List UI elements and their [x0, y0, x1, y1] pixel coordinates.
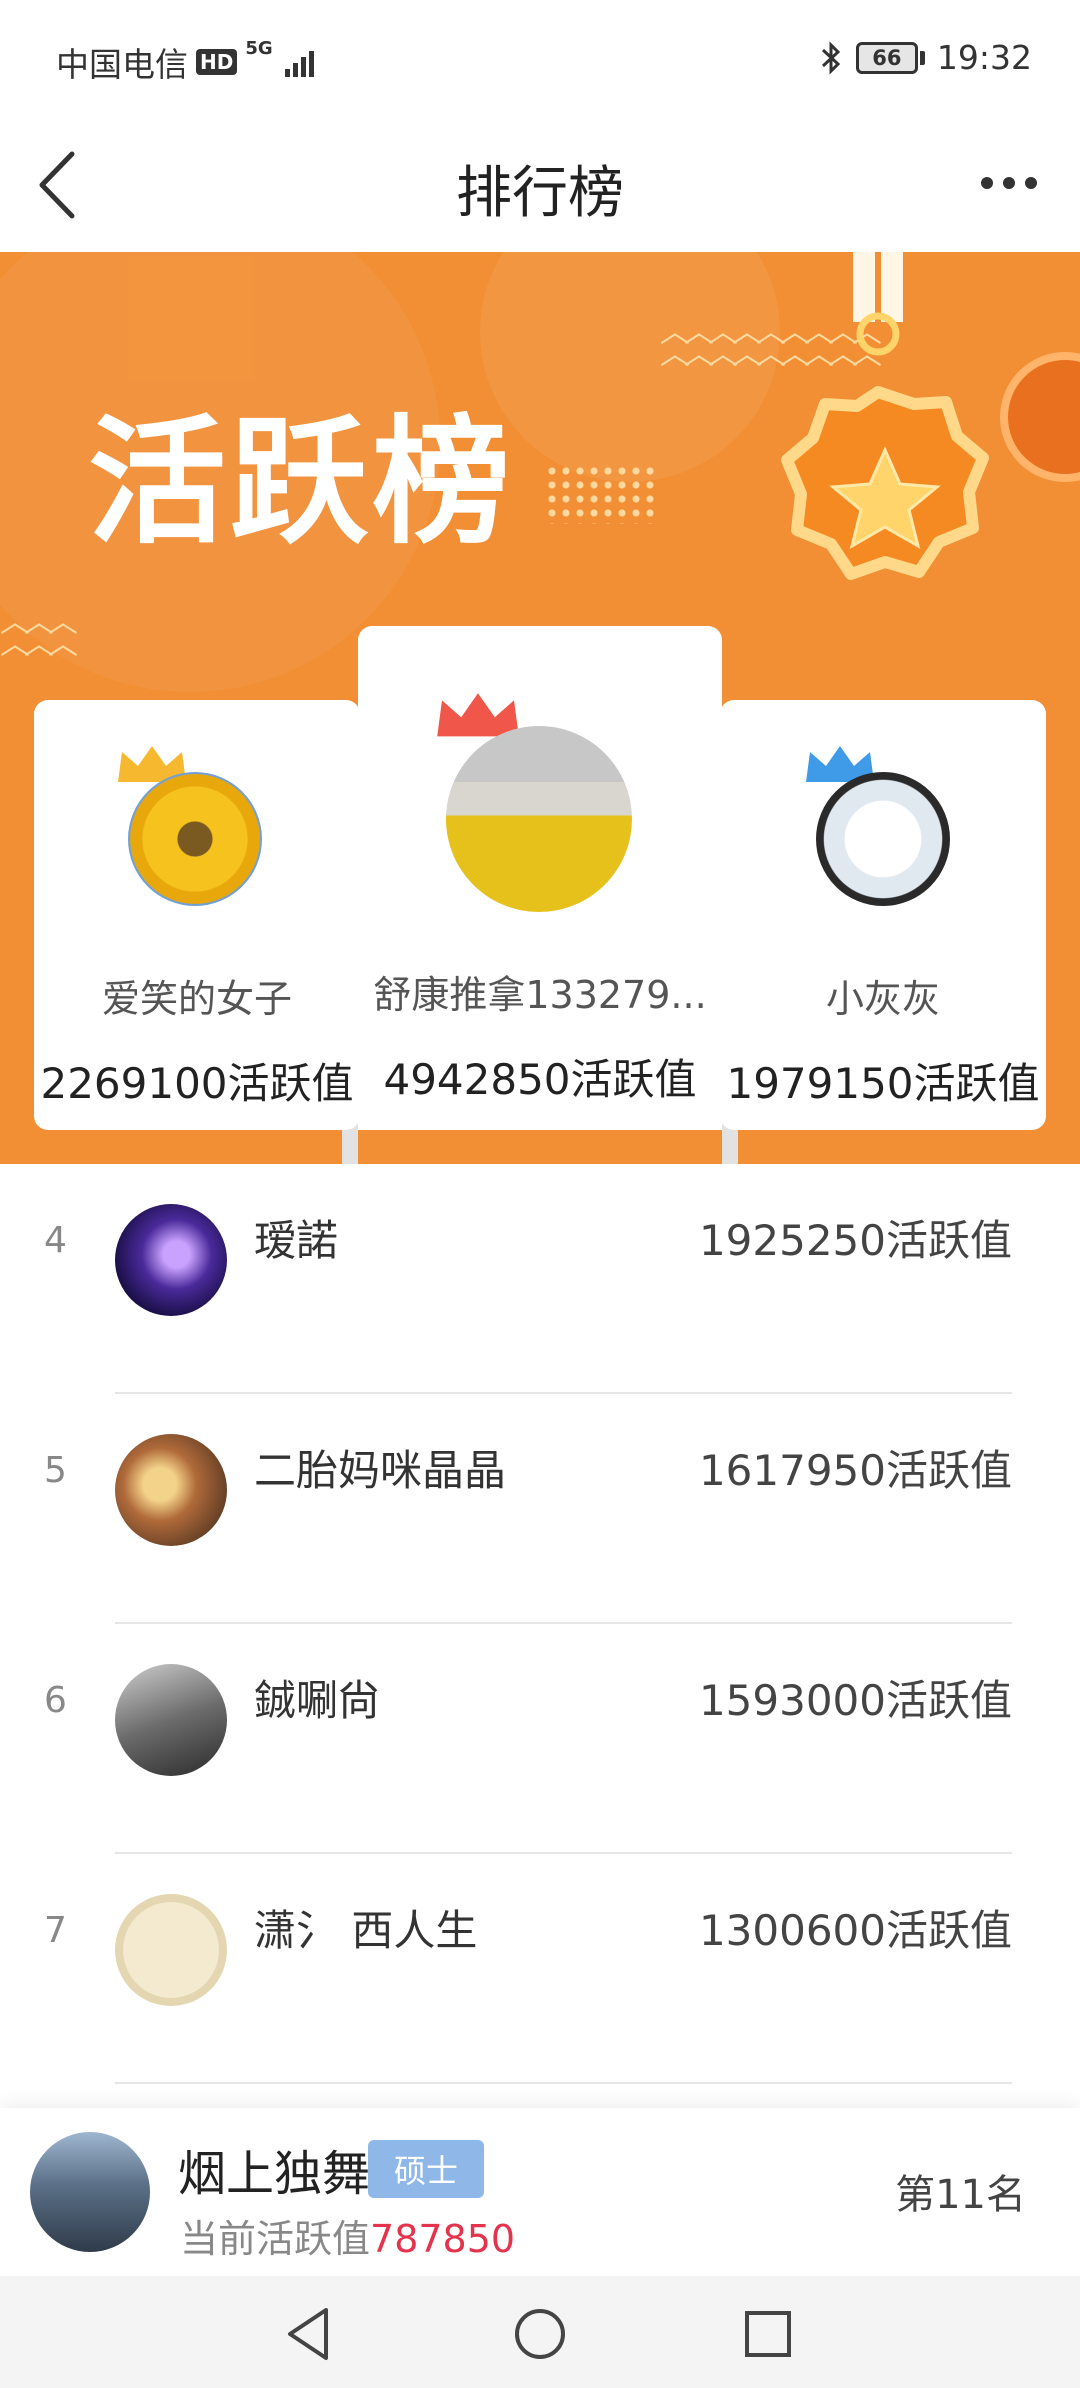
hd-icon: HD — [196, 49, 238, 75]
battery-icon: 66 — [855, 41, 925, 74]
list-score: 1300600活跃值 — [698, 1906, 1012, 1955]
carrier-label: 中国电信 — [56, 45, 188, 84]
list-name: 潇氵 西人生 — [254, 1906, 478, 1955]
nav-bar: 排行榜 — [0, 118, 1080, 252]
avatar — [816, 772, 950, 906]
podium-name: 小灰灰 — [825, 977, 940, 1021]
bluetooth-icon — [821, 40, 841, 75]
battery-level: 66 — [855, 41, 918, 74]
avatar — [30, 2132, 150, 2252]
current-score-value: 787850 — [370, 2217, 516, 2261]
list-item[interactable]: 7 潇氵 西人生 1300600活跃值 — [0, 1854, 1080, 2084]
home-circle-icon[interactable] — [500, 2294, 580, 2374]
podium-score: 2269100活跃值 — [40, 1059, 354, 1108]
status-left: 中国电信 HD 5G — [56, 38, 314, 86]
degree-badge: 硕士 — [368, 2140, 485, 2198]
dots-decoration — [545, 464, 657, 524]
recents-square-icon[interactable] — [728, 2294, 808, 2374]
podium-score: 4942850活跃值 — [383, 1055, 697, 1104]
avatar — [446, 726, 632, 912]
system-nav-bar — [0, 2276, 1080, 2388]
current-score: 当前活跃值787850 — [180, 2208, 515, 2263]
current-score-label: 当前活跃值 — [180, 2217, 371, 2261]
network-label: 5G — [245, 38, 273, 59]
page-title: 排行榜 — [456, 161, 624, 226]
podium-score: 1979150活跃值 — [726, 1059, 1040, 1108]
list-name: 鋮唰尙 — [254, 1676, 381, 1725]
podium-name: 舒康推拿133279... — [373, 973, 707, 1017]
user-rank: 第11名 — [895, 2172, 1026, 2218]
zigzag-decoration-left: ︿︿︿ ︿︿︿ — [0, 605, 78, 662]
podium-card-first[interactable]: 舒康推拿133279... 4942850活跃值 — [358, 626, 722, 1130]
list-name: 瑷諾 — [254, 1216, 339, 1265]
list-name: 二胎妈咪晶晶 — [254, 1446, 507, 1495]
more-button[interactable] — [964, 148, 1054, 218]
more-dots-icon — [981, 177, 993, 189]
back-triangle-icon[interactable] — [270, 2294, 350, 2374]
avatar — [115, 1894, 227, 2006]
avatar — [115, 1434, 227, 1546]
status-right: 66 19:32 — [818, 38, 1032, 77]
podium-card-third[interactable]: 小灰灰 1979150活跃值 — [720, 700, 1046, 1130]
rank-number: 6 — [44, 1680, 67, 1721]
list-score: 1617950活跃值 — [698, 1446, 1012, 1495]
rank-number: 5 — [44, 1450, 67, 1491]
banner-title: 活跃榜 — [88, 402, 515, 563]
rank-number: 4 — [44, 1220, 67, 1261]
podium-card-second[interactable]: 爱笑的女子 2269100活跃值 — [34, 700, 360, 1130]
list-score: 1593000活跃值 — [698, 1676, 1012, 1725]
rank-number: 7 — [44, 1910, 67, 1951]
divider — [115, 2082, 1012, 2084]
list-score: 1925250活跃值 — [698, 1216, 1012, 1265]
podium-name: 爱笑的女子 — [101, 977, 292, 1021]
medal-icon — [781, 252, 989, 580]
current-user-bar[interactable]: 烟上独舞 硕士 当前活跃值787850 第11名 — [0, 2108, 1080, 2276]
clock: 19:32 — [936, 38, 1032, 77]
avatar — [115, 1204, 227, 1316]
status-bar: 中国电信 HD 5G 66 19:32 — [0, 0, 1080, 118]
user-name: 烟上独舞 — [178, 2146, 371, 2202]
avatar — [128, 772, 262, 906]
signal-icon — [284, 47, 314, 77]
avatar — [115, 1664, 227, 1776]
